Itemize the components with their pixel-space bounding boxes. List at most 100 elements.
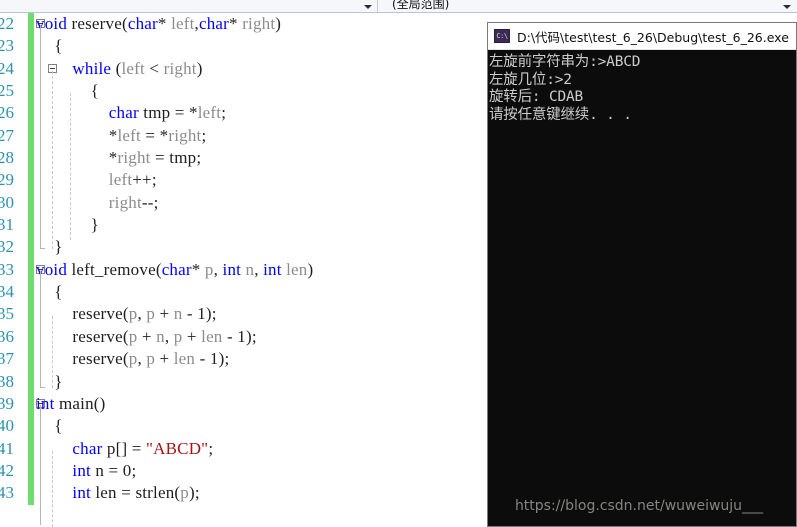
change-indicator-bar	[28, 348, 34, 371]
code-token: <	[144, 58, 164, 78]
code-token: int	[36, 393, 55, 413]
console-window[interactable]: C:\ D:\代码\test\test_6_26\Debug\test_6_26…	[487, 22, 797, 527]
code-text: char p[] = "ABCD";	[72, 438, 213, 460]
line-number: 43	[0, 483, 14, 503]
code-token: );	[205, 304, 217, 324]
code-token: p	[146, 304, 156, 324]
code-text: {	[54, 35, 62, 57]
change-indicator-bar	[28, 437, 34, 460]
code-token: p	[204, 259, 214, 279]
change-indicator-bar	[28, 281, 34, 304]
code-token: right	[108, 192, 142, 212]
outline-end-tick	[40, 248, 45, 250]
code-token: *	[191, 259, 205, 279]
outline-guide-line	[52, 316, 54, 388]
editor-navigation-bar: (全局范围)	[0, 0, 797, 13]
line-number: 24	[0, 58, 14, 78]
console-output-area[interactable]: 左旋前字符串为:>ABCD 左旋几位:>2 旋转后: CDAB 请按任意键继续. . …	[488, 50, 796, 526]
code-token: }	[54, 371, 63, 391]
outline-guide-line	[40, 270, 41, 387]
line-number: 29	[0, 170, 14, 190]
code-token: main()	[54, 393, 106, 413]
code-text: *right = tmp;	[109, 147, 201, 169]
outline-guide-line	[40, 404, 41, 526]
code-token: int	[72, 460, 91, 480]
code-token: }	[90, 215, 99, 235]
code-text: reserve(p, p + n - 1);	[72, 303, 216, 325]
code-token: (	[111, 58, 122, 78]
code-token: )	[307, 259, 314, 279]
change-indicator-bar	[28, 80, 34, 103]
code-token: tmp = *	[138, 103, 198, 123]
code-token: n =	[90, 460, 123, 480]
outline-guide-line	[52, 450, 54, 527]
code-token: reserve	[72, 304, 123, 324]
console-output-line: 左旋几位:>2	[489, 71, 572, 88]
code-text: reserve(p + n, p + len - 1);	[72, 326, 256, 348]
code-token: -	[182, 304, 198, 324]
code-token: ;	[131, 460, 137, 480]
code-token: left	[197, 103, 222, 123]
console-output-lines: 左旋前字符串为:>ABCD 左旋几位:>2 旋转后: CDAB 请按任意键继续. . …	[489, 54, 796, 124]
code-text: int len = strlen(p);	[72, 482, 199, 504]
member-scope-dropdown[interactable]	[0, 0, 378, 12]
code-token: -	[195, 349, 210, 369]
line-number: 34	[0, 282, 14, 302]
code-token: char	[72, 438, 103, 458]
code-text: left++;	[109, 169, 157, 191]
line-number: 40	[0, 416, 14, 436]
code-token: int	[72, 483, 91, 503]
code-token: --;	[141, 192, 159, 212]
line-number: 42	[0, 460, 14, 480]
change-indicator-bar	[28, 191, 34, 215]
code-token: len	[286, 259, 308, 279]
outline-end-tick	[40, 386, 45, 388]
code-token: right	[117, 148, 151, 168]
code-token: char	[198, 14, 230, 33]
line-number: 32	[0, 237, 14, 257]
code-token: ++;	[132, 170, 157, 190]
code-text: }	[54, 236, 62, 258]
code-token: ;	[208, 438, 214, 458]
code-text: reserve(p, p + len - 1);	[72, 348, 229, 370]
code-token: )	[275, 14, 282, 33]
code-token: ,	[164, 326, 174, 346]
chevron-down-icon	[364, 5, 372, 9]
change-indicator-bar	[28, 482, 34, 505]
code-token: -	[222, 326, 238, 346]
code-token: {	[54, 416, 63, 436]
outline-guide-line	[52, 70, 54, 250]
code-token: )	[196, 58, 203, 78]
line-number: 37	[0, 349, 14, 369]
global-scope-dropdown[interactable]: (全局范围)	[378, 0, 797, 12]
code-token: right	[242, 14, 276, 33]
change-indicator-bar	[28, 169, 34, 192]
watermark-text: https://blog.csdn.net/wuweiwuju___	[514, 498, 764, 514]
code-token: p	[146, 349, 156, 369]
line-number: 28	[0, 148, 14, 168]
line-number: 25	[0, 81, 14, 101]
code-token: reserve	[72, 349, 123, 369]
line-number: 23	[0, 36, 14, 56]
code-token: right	[163, 58, 197, 78]
code-token: n	[156, 326, 165, 346]
outline-guide-line	[40, 24, 41, 249]
code-token: while	[72, 58, 112, 78]
console-title-bar: C:\ D:\代码\test\test_6_26\Debug\test_6_26…	[488, 23, 796, 50]
code-token: );	[218, 349, 230, 369]
change-indicator-bar	[28, 13, 34, 36]
change-indicator-bar	[28, 258, 34, 282]
code-token: reserve	[72, 326, 123, 346]
code-token: );	[245, 326, 257, 346]
line-number: 38	[0, 371, 14, 391]
code-token: {	[54, 282, 63, 302]
code-token: *	[229, 14, 243, 33]
code-token: left	[117, 125, 141, 145]
line-number: 26	[0, 103, 14, 123]
code-text: void left_remove(char* p, int n, int len…	[36, 259, 313, 281]
change-indicator-bar	[28, 57, 34, 81]
code-token: char	[161, 259, 192, 279]
code-token: int	[263, 259, 282, 279]
code-token: 1	[237, 326, 246, 346]
code-token: p	[180, 483, 189, 503]
